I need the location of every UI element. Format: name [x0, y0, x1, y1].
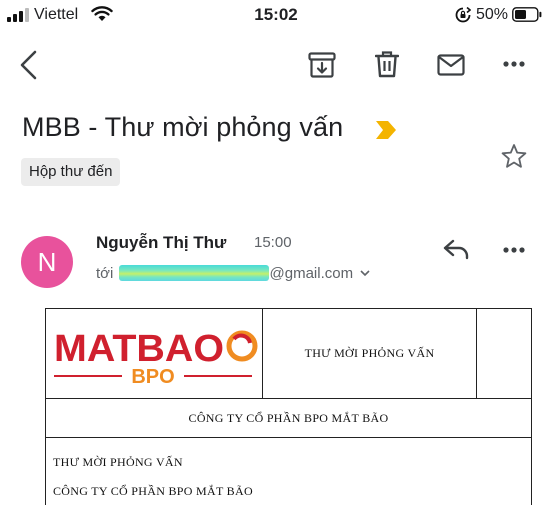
redacted-email [118, 265, 269, 281]
recipient-domain: @gmail.com [269, 265, 354, 282]
logo-wordmark: MATBAO [54, 328, 224, 370]
body-line: THƯ MỜI PHỎNG VẤN [53, 455, 183, 469]
orientation-lock-icon [455, 7, 471, 23]
matbao-logo: MATBAO BPO [54, 328, 258, 388]
body-line: CÔNG TY CỔ PHẦN BPO MẮT BÃO [53, 484, 253, 498]
archive-button[interactable] [308, 52, 336, 78]
letter-header-row: MATBAO BPO THƯ MỜI PHỎNG VẤN [46, 309, 531, 399]
letter-header-title: THƯ MỜI PHỎNG VẤN [263, 309, 477, 398]
sent-time: 15:00 [254, 234, 292, 251]
company-name-row: CÔNG TY CỔ PHẦN BPO MẮT BÃO [46, 399, 531, 438]
important-marker-icon[interactable] [374, 119, 398, 141]
inbox-label-chip[interactable]: Hộp thư đến [21, 158, 121, 186]
sender-avatar[interactable]: N [21, 236, 73, 288]
back-button[interactable] [18, 50, 40, 80]
delete-button[interactable] [375, 50, 399, 78]
battery-percent: 50% [476, 6, 509, 23]
mark-unread-button[interactable] [437, 54, 465, 76]
battery-icon [512, 7, 542, 22]
company-logo-cell: MATBAO BPO [46, 309, 263, 398]
sender-more-button[interactable] [503, 246, 525, 254]
more-options-button[interactable] [503, 60, 525, 68]
chevron-down-icon [360, 270, 370, 277]
letter-body: THƯ MỜI PHỎNG VẤN CÔNG TY CỔ PHẦN BPO MẮ… [46, 438, 531, 508]
reply-button[interactable] [443, 238, 471, 260]
email-subject: MBB - Thư mời phỏng vấn [22, 112, 344, 142]
logo-subtext: BPO [131, 366, 174, 388]
letter-header-empty [477, 309, 531, 398]
star-button[interactable] [501, 143, 527, 169]
letter-table: MATBAO BPO THƯ MỜI PHỎNG VẤN CÔNG TY CỔ … [45, 308, 532, 505]
sender-name: Nguyễn Thị Thư [96, 233, 227, 252]
recipient-line[interactable]: tới @gmail.com [96, 265, 370, 282]
to-prefix: tới [96, 265, 114, 282]
